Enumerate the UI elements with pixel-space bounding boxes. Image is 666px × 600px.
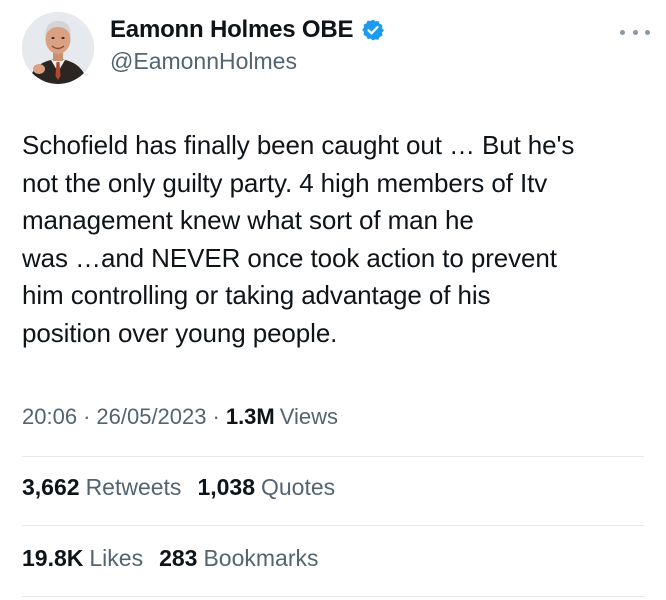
quotes-stat[interactable]: 1,038 Quotes	[197, 474, 335, 501]
divider	[22, 456, 644, 457]
likes-label: Likes	[89, 545, 144, 571]
likes-count: 19.8K	[22, 545, 84, 571]
engagement-row-2: 19.8K Likes 283 Bookmarks	[22, 545, 335, 572]
author-name-row: Eamonn Holmes OBE	[110, 14, 385, 46]
ellipsis-icon	[620, 29, 625, 35]
quotes-count: 1,038	[197, 474, 255, 500]
meta-separator: ·	[212, 404, 220, 429]
engagement-row-1: 3,662 Retweets 1,038 Quotes	[22, 474, 351, 501]
more-options-button[interactable]	[620, 22, 650, 42]
tweet-date[interactable]: 26/05/2023	[96, 404, 206, 430]
author-handle[interactable]: @EamonnHolmes	[110, 48, 297, 75]
retweets-count: 3,662	[22, 474, 80, 500]
tweet-time[interactable]: 20:06	[22, 404, 77, 430]
bookmarks-label: Bookmarks	[203, 545, 319, 571]
bookmarks-stat[interactable]: 283 Bookmarks	[159, 545, 318, 572]
divider	[22, 596, 644, 597]
avatar[interactable]	[22, 12, 94, 84]
quotes-label: Quotes	[261, 474, 336, 500]
tweet-text: Schofield has finally been caught out … …	[22, 130, 575, 348]
views-label: Views	[279, 404, 339, 429]
meta-separator: ·	[83, 404, 91, 429]
retweets-label: Retweets	[85, 474, 182, 500]
retweets-stat[interactable]: 3,662 Retweets	[22, 474, 181, 501]
author-display-name[interactable]: Eamonn Holmes OBE	[110, 16, 354, 44]
bookmarks-count: 283	[159, 545, 198, 571]
ellipsis-icon-dot	[632, 29, 638, 35]
views-count: 1.3M	[225, 404, 275, 429]
verified-badge-icon	[362, 19, 385, 41]
profile-photo-image	[22, 12, 94, 84]
tweet-meta: 20:06 · 26/05/2023 · 1.3M Views	[22, 404, 338, 430]
ellipsis-icon-dot	[645, 29, 650, 35]
divider	[22, 525, 644, 526]
likes-stat[interactable]: 19.8K Likes	[22, 545, 143, 572]
